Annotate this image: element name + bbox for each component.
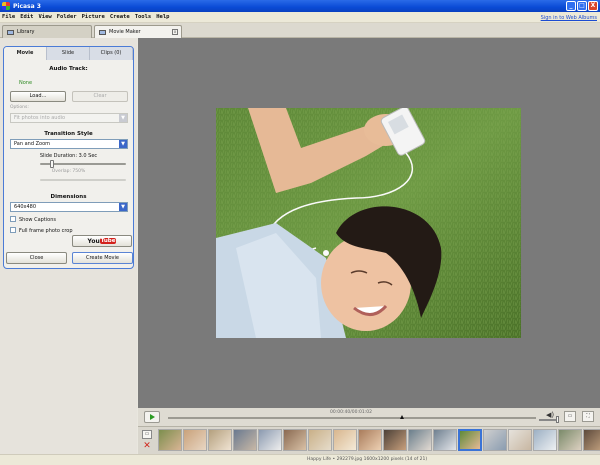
full-frame-crop-checkbox[interactable] xyxy=(10,227,16,233)
list-item[interactable] xyxy=(583,429,600,451)
dimensions-select[interactable]: 640x480 ▼ xyxy=(10,202,128,212)
audio-track-value: None xyxy=(19,80,33,86)
transition-style-title: Transition Style xyxy=(44,131,93,137)
list-item[interactable] xyxy=(508,429,532,451)
list-item[interactable] xyxy=(533,429,557,451)
tab-clips[interactable]: Clips (0) xyxy=(90,47,133,60)
strip-buttons: ▭ ✕ xyxy=(142,430,154,451)
chevron-down-icon: ▼ xyxy=(119,114,127,122)
library-icon xyxy=(7,29,14,35)
dimensions-value: 640x480 xyxy=(14,204,37,210)
movie-preview-area xyxy=(138,38,600,408)
audio-options-select[interactable]: Fit photos into audio ▼ xyxy=(10,113,128,123)
chevron-down-icon: ▼ xyxy=(119,203,127,211)
volume-slider-thumb[interactable] xyxy=(556,416,559,423)
tab-movie-maker-label: Movie Maker xyxy=(109,29,141,35)
menu-folder[interactable]: Folder xyxy=(57,14,77,20)
close-window-button[interactable]: X xyxy=(588,1,598,11)
preview-photo xyxy=(216,108,521,338)
chevron-down-icon: ▼ xyxy=(119,140,127,148)
slide-duration-slider[interactable] xyxy=(50,160,54,168)
youtube-logo-you: You xyxy=(87,237,100,245)
play-button[interactable] xyxy=(144,411,160,423)
clear-audio-button[interactable]: Clear xyxy=(72,91,128,102)
title-bar: Picasa 3 _ □ X xyxy=(0,0,600,12)
close-tab-icon[interactable]: x xyxy=(172,29,178,35)
slide-duration-label: Slide Duration: 3.0 Sec xyxy=(39,153,98,159)
list-item[interactable] xyxy=(233,429,257,451)
youtube-logo-tube: Tube xyxy=(99,238,117,244)
close-button[interactable]: Close xyxy=(6,252,67,264)
menu-tools[interactable]: Tools xyxy=(135,14,152,20)
list-item[interactable] xyxy=(383,429,407,451)
panel-tabs: Movie Slide Clips (0) xyxy=(4,47,133,60)
window-title: Picasa 3 xyxy=(13,2,41,10)
tab-slide[interactable]: Slide xyxy=(47,47,90,60)
delete-slide-icon[interactable]: ✕ xyxy=(142,442,152,451)
status-bar: Happy Life • 292279.jpg 1600x1200 pixels… xyxy=(0,454,600,465)
youtube-upload-button[interactable]: You Tube xyxy=(72,235,132,247)
full-frame-crop-label: Full frame photo crop xyxy=(19,228,73,234)
tab-movie-maker[interactable]: Movie Maker x xyxy=(94,25,182,38)
thumbnail-list xyxy=(158,429,600,451)
playback-controls: 00:00:40/00:01:02 ◀) ▭ ⛶ xyxy=(138,408,600,426)
add-text-slide-icon[interactable]: ▭ xyxy=(142,430,152,439)
menu-edit[interactable]: Edit xyxy=(20,14,33,20)
menu-help[interactable]: Help xyxy=(156,14,169,20)
menu-create[interactable]: Create xyxy=(110,14,130,20)
dimensions-title: Dimensions xyxy=(50,194,87,200)
tab-library[interactable]: Library xyxy=(2,25,92,38)
overlap-slider[interactable] xyxy=(40,179,126,181)
play-icon xyxy=(150,414,155,420)
maximize-button[interactable]: □ xyxy=(577,1,587,11)
list-item[interactable] xyxy=(558,429,582,451)
picasa-app-icon xyxy=(2,2,10,10)
volume-icon[interactable]: ◀) xyxy=(546,411,554,419)
show-captions-checkbox[interactable] xyxy=(10,216,16,222)
film-strip: ▭ ✕ xyxy=(138,426,600,454)
load-audio-button[interactable]: Load... xyxy=(10,91,66,102)
transition-style-value: Pan and Zoom xyxy=(14,141,51,147)
audio-track-title: Audio Track: xyxy=(49,66,88,72)
tab-movie[interactable]: Movie xyxy=(4,47,47,60)
list-item[interactable] xyxy=(433,429,457,451)
menu-picture[interactable]: Picture xyxy=(82,14,105,20)
transition-style-select[interactable]: Pan and Zoom ▼ xyxy=(10,139,128,149)
list-item[interactable] xyxy=(358,429,382,451)
overlap-label: Overlap: 750% xyxy=(51,169,86,174)
list-item[interactable] xyxy=(308,429,332,451)
left-sidebar: Movie Slide Clips (0) Audio Track: None … xyxy=(0,38,137,465)
view-tabs: Library Movie Maker x xyxy=(0,23,600,38)
timeline-playhead[interactable] xyxy=(400,415,404,419)
menu-file[interactable]: File xyxy=(2,14,15,20)
list-item[interactable] xyxy=(183,429,207,451)
tab-library-label: Library xyxy=(17,29,35,35)
list-item[interactable] xyxy=(258,429,282,451)
film-icon xyxy=(99,29,106,35)
preview-photo-image xyxy=(216,108,521,338)
fullscreen-icon[interactable]: ⛶ xyxy=(582,411,594,422)
list-item[interactable] xyxy=(408,429,432,451)
audio-options-value: Fit photos into audio xyxy=(14,115,66,121)
timeline-track[interactable] xyxy=(168,417,536,419)
status-text: Happy Life • 292279.jpg 1600x1200 pixels… xyxy=(307,457,428,462)
list-item[interactable] xyxy=(208,429,232,451)
show-captions-label: Show Captions xyxy=(19,217,56,223)
list-item[interactable] xyxy=(483,429,507,451)
list-item[interactable] xyxy=(158,429,182,451)
preview-mode-icon[interactable]: ▭ xyxy=(564,411,576,422)
options-label: Options: xyxy=(10,105,29,110)
menu-bar: File Edit View Folder Picture Create Too… xyxy=(0,12,600,23)
time-readout: 00:00:40/00:01:02 xyxy=(330,410,372,415)
sign-in-link[interactable]: Sign in to Web Albums xyxy=(541,15,597,21)
window-buttons: _ □ X xyxy=(566,1,598,11)
list-item-selected[interactable] xyxy=(458,429,482,451)
create-movie-button[interactable]: Create Movie xyxy=(72,252,133,264)
list-item[interactable] xyxy=(283,429,307,451)
minimize-button[interactable]: _ xyxy=(566,1,576,11)
list-item[interactable] xyxy=(333,429,357,451)
menu-view[interactable]: View xyxy=(39,14,52,20)
